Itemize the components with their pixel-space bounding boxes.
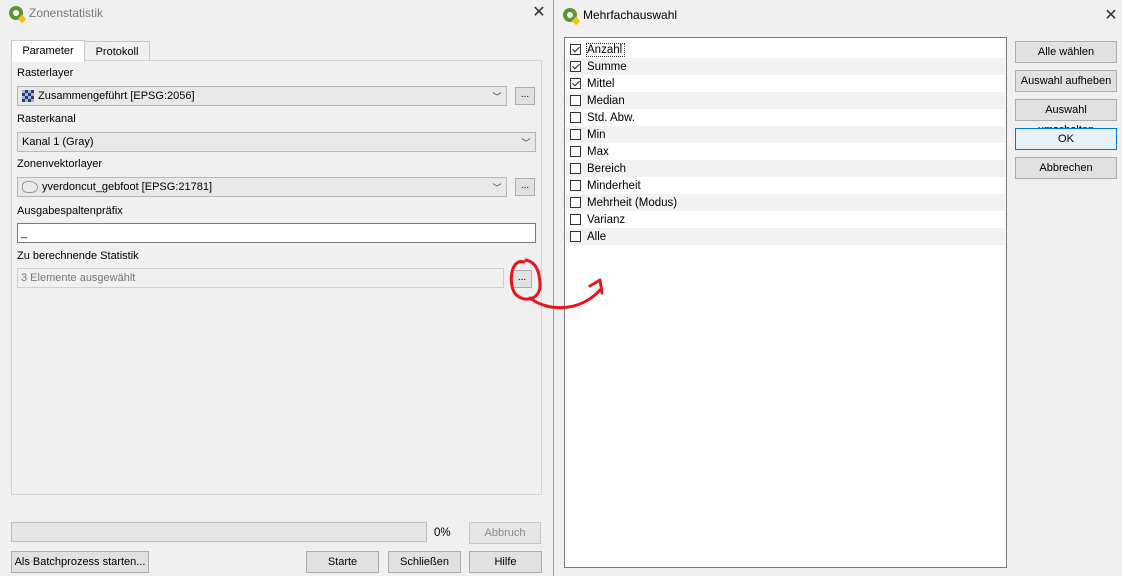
checkbox-icon[interactable] bbox=[570, 61, 581, 72]
close-icon[interactable]: ✕ bbox=[1101, 8, 1121, 24]
list-item[interactable]: Alle bbox=[566, 228, 1005, 245]
checkbox-icon[interactable] bbox=[570, 95, 581, 106]
checkbox-icon[interactable] bbox=[570, 44, 581, 55]
raster-band-value: Kanal 1 (Gray) bbox=[22, 136, 94, 148]
checkbox-icon[interactable] bbox=[570, 197, 581, 208]
checkbox-icon[interactable] bbox=[570, 214, 581, 225]
tab-parameter[interactable]: Parameter bbox=[11, 40, 85, 62]
qgis-icon bbox=[563, 8, 577, 22]
raster-layer-label: Rasterlayer bbox=[17, 67, 74, 79]
raster-band-label: Rasterkanal bbox=[17, 113, 76, 125]
checkbox-icon[interactable] bbox=[570, 129, 581, 140]
tab-protokoll[interactable]: Protokoll bbox=[84, 41, 150, 62]
list-item[interactable]: Varianz bbox=[566, 211, 1005, 228]
chevron-down-icon: ﹀ bbox=[492, 91, 502, 102]
output-prefix-label: Ausgabespaltenpräfix bbox=[17, 205, 123, 217]
clear-selection-button[interactable]: Auswahl aufheben bbox=[1015, 70, 1117, 92]
raster-layer-browse-button[interactable]: ... bbox=[515, 87, 535, 105]
list-item[interactable]: Anzahl bbox=[566, 41, 1005, 58]
help-button[interactable]: Hilfe bbox=[469, 551, 542, 573]
checkbox-icon[interactable] bbox=[570, 231, 581, 242]
zone-vector-layer-value: yverdoncut_gebfoot [EPSG:21781] bbox=[42, 181, 213, 193]
title-bar: Mehrfachauswahl bbox=[554, 0, 1122, 30]
abort-button[interactable]: Abbruch bbox=[469, 522, 541, 544]
zone-vector-layer-label: Zonenvektorlayer bbox=[17, 158, 102, 170]
ok-button[interactable]: OK bbox=[1015, 128, 1117, 150]
list-item[interactable]: Summe bbox=[566, 58, 1005, 75]
multi-select-dialog: Mehrfachauswahl ✕ Anzahl Summe Mittel Me… bbox=[553, 0, 1122, 576]
checkbox-icon[interactable] bbox=[570, 180, 581, 191]
qgis-icon bbox=[9, 6, 23, 20]
statistics-label: Zu berechnende Statistik bbox=[17, 250, 139, 262]
window-title: Zonenstatistik bbox=[29, 6, 104, 20]
close-button[interactable]: Schließen bbox=[388, 551, 461, 573]
list-item[interactable]: Min bbox=[566, 126, 1005, 143]
checkbox-icon[interactable] bbox=[570, 163, 581, 174]
list-item[interactable]: Median bbox=[566, 92, 1005, 109]
chevron-down-icon: ﹀ bbox=[492, 182, 502, 193]
title-bar: Zonenstatistik bbox=[0, 0, 553, 26]
chevron-down-icon: ﹀ bbox=[521, 137, 531, 148]
raster-band-combo[interactable]: Kanal 1 (Gray) ﹀ bbox=[17, 132, 536, 152]
list-item[interactable]: Mehrheit (Modus) bbox=[566, 194, 1005, 211]
toggle-selection-button[interactable]: Auswahl umschalten bbox=[1015, 99, 1117, 136]
checkbox-icon[interactable] bbox=[570, 146, 581, 157]
output-prefix-input[interactable]: _ bbox=[17, 223, 536, 243]
list-item[interactable]: Minderheit bbox=[566, 177, 1005, 194]
select-all-button[interactable]: Alle wählen bbox=[1015, 41, 1117, 63]
statistics-select-button[interactable]: ... bbox=[512, 270, 532, 288]
checkbox-icon[interactable] bbox=[570, 78, 581, 89]
progress-bar bbox=[11, 522, 427, 542]
zonal-statistics-dialog: Zonenstatistik ✕ Parameter Protokoll Ras… bbox=[0, 0, 553, 576]
raster-layer-value: Zusammengeführt [EPSG:2056] bbox=[38, 90, 195, 102]
batch-process-button[interactable]: Als Batchprozess starten... bbox=[11, 551, 149, 573]
list-item[interactable]: Max bbox=[566, 143, 1005, 160]
raster-layer-icon bbox=[22, 90, 34, 102]
zone-vector-layer-combo[interactable]: yverdoncut_gebfoot [EPSG:21781] ﹀ bbox=[17, 177, 507, 197]
close-icon[interactable]: ✕ bbox=[529, 5, 549, 21]
zone-layer-browse-button[interactable]: ... bbox=[515, 178, 535, 196]
polygon-layer-icon bbox=[22, 181, 38, 193]
cancel-button[interactable]: Abbrechen bbox=[1015, 157, 1117, 179]
list-item[interactable]: Mittel bbox=[566, 75, 1005, 92]
checkbox-icon[interactable] bbox=[570, 112, 581, 123]
list-item[interactable]: Bereich bbox=[566, 160, 1005, 177]
parameter-panel: Rasterlayer Zusammengeführt [EPSG:2056] … bbox=[11, 60, 542, 495]
run-button[interactable]: Starte bbox=[306, 551, 379, 573]
list-item[interactable]: Std. Abw. bbox=[566, 109, 1005, 126]
statistics-summary-field: 3 Elemente ausgewählt bbox=[17, 268, 504, 288]
statistics-list: Anzahl Summe Mittel Median Std. Abw. Min… bbox=[564, 37, 1007, 568]
raster-layer-combo[interactable]: Zusammengeführt [EPSG:2056] ﹀ bbox=[17, 86, 507, 106]
progress-percent: 0% bbox=[434, 527, 451, 539]
window-title: Mehrfachauswahl bbox=[583, 8, 678, 22]
